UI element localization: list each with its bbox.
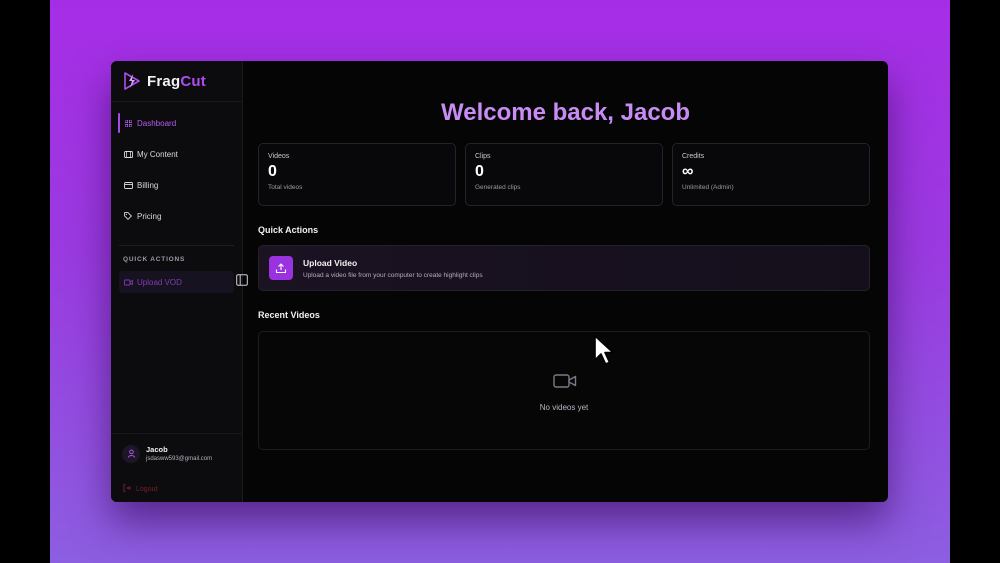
user-profile[interactable]: Jacob jsdasww593@gmail.com	[111, 433, 242, 473]
main-content: Welcome back, Jacob Videos 0 Total video…	[243, 61, 888, 502]
film-icon	[123, 149, 133, 159]
recent-videos-heading: Recent Videos	[258, 310, 320, 320]
tag-icon	[123, 211, 133, 221]
sidebar-item-dashboard[interactable]: Dashboard	[118, 112, 234, 134]
desktop-background: FragCut Dashboard My Content Billing Pri…	[50, 0, 950, 563]
stat-subtext: Generated clips	[475, 184, 521, 191]
action-description: Upload a video file from your computer t…	[303, 271, 483, 279]
stat-label: Credits	[682, 153, 705, 160]
sidebar-nav: Dashboard My Content Billing Pricing QUI…	[111, 102, 242, 293]
brand-name: FragCut	[147, 72, 206, 90]
logout-button[interactable]: Logout	[123, 484, 157, 494]
empty-state-text: No videos yet	[539, 403, 589, 412]
stat-subtext: Unlimited (Admin)	[682, 184, 734, 191]
stat-label: Videos	[268, 153, 290, 160]
quick-actions-heading: Quick Actions	[258, 225, 319, 235]
logout-label: Logout	[136, 485, 158, 493]
sidebar-item-billing[interactable]: Billing	[119, 174, 234, 196]
sidebar-item-upload-vod[interactable]: Upload VOD	[119, 271, 234, 293]
user-name: Jacob	[146, 445, 168, 454]
sidebar-item-my-content[interactable]: My Content	[119, 143, 234, 165]
sidebar-item-label: Billing	[137, 180, 159, 190]
logo-icon	[124, 72, 140, 90]
video-icon	[123, 277, 133, 287]
sidebar-item-label: My Content	[137, 149, 178, 159]
sidebar-item-label: Upload VOD	[137, 277, 182, 287]
sidebar-item-label: Pricing	[137, 211, 162, 221]
stat-label: Clips	[475, 153, 491, 160]
sidebar-item-pricing[interactable]: Pricing	[119, 205, 234, 227]
stat-value: 0	[475, 163, 484, 180]
app-window: FragCut Dashboard My Content Billing Pri…	[111, 61, 888, 502]
user-icon	[127, 449, 135, 458]
action-title: Upload Video	[303, 257, 358, 268]
mouse-cursor-icon	[594, 335, 614, 365]
stat-value: 0	[268, 163, 277, 180]
stat-value: ∞	[682, 163, 694, 180]
upload-video-action[interactable]: Upload Video Upload a video file from yo…	[258, 245, 870, 291]
quick-actions-label: QUICK ACTIONS	[123, 256, 186, 263]
sidebar-item-label: Dashboard	[137, 118, 177, 128]
stat-card-clips: Clips 0 Generated clips	[465, 143, 663, 206]
stat-card-videos: Videos 0 Total videos	[258, 143, 456, 206]
sidebar: FragCut Dashboard My Content Billing Pri…	[111, 61, 243, 502]
grid-icon	[123, 118, 133, 128]
logout-icon	[123, 484, 132, 494]
brand[interactable]: FragCut	[111, 61, 242, 102]
stat-subtext: Total videos	[268, 184, 303, 191]
recent-videos-panel: No videos yet	[258, 331, 870, 450]
sidebar-divider	[119, 245, 234, 246]
card-icon	[123, 180, 133, 190]
stat-card-credits: Credits ∞ Unlimited (Admin)	[672, 143, 870, 206]
page-title: Welcome back, Jacob	[441, 99, 690, 126]
video-camera-icon	[553, 374, 577, 388]
avatar	[122, 444, 140, 463]
user-email: jsdasww593@gmail.com	[146, 456, 213, 462]
upload-icon	[269, 256, 293, 280]
